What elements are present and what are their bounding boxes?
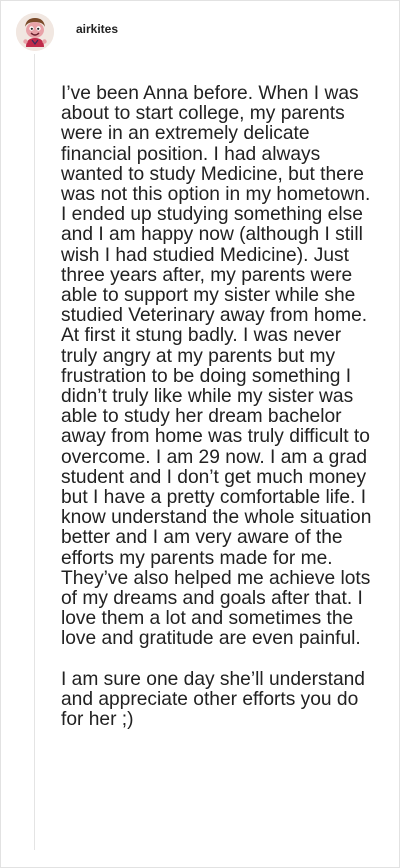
- username[interactable]: airkites: [76, 22, 118, 36]
- comment-header: airkites: [16, 12, 118, 52]
- comment-paragraph: I am sure one day she’ll understand and …: [61, 668, 365, 731]
- comment-paragraph: I’ve been Anna before. When I was about …: [61, 83, 372, 650]
- avatar[interactable]: [16, 13, 54, 51]
- thread-line: [34, 54, 35, 850]
- comment-body: I’ve been Anna before. When I was about …: [61, 83, 379, 731]
- cartoon-character-avatar-icon: [16, 13, 54, 51]
